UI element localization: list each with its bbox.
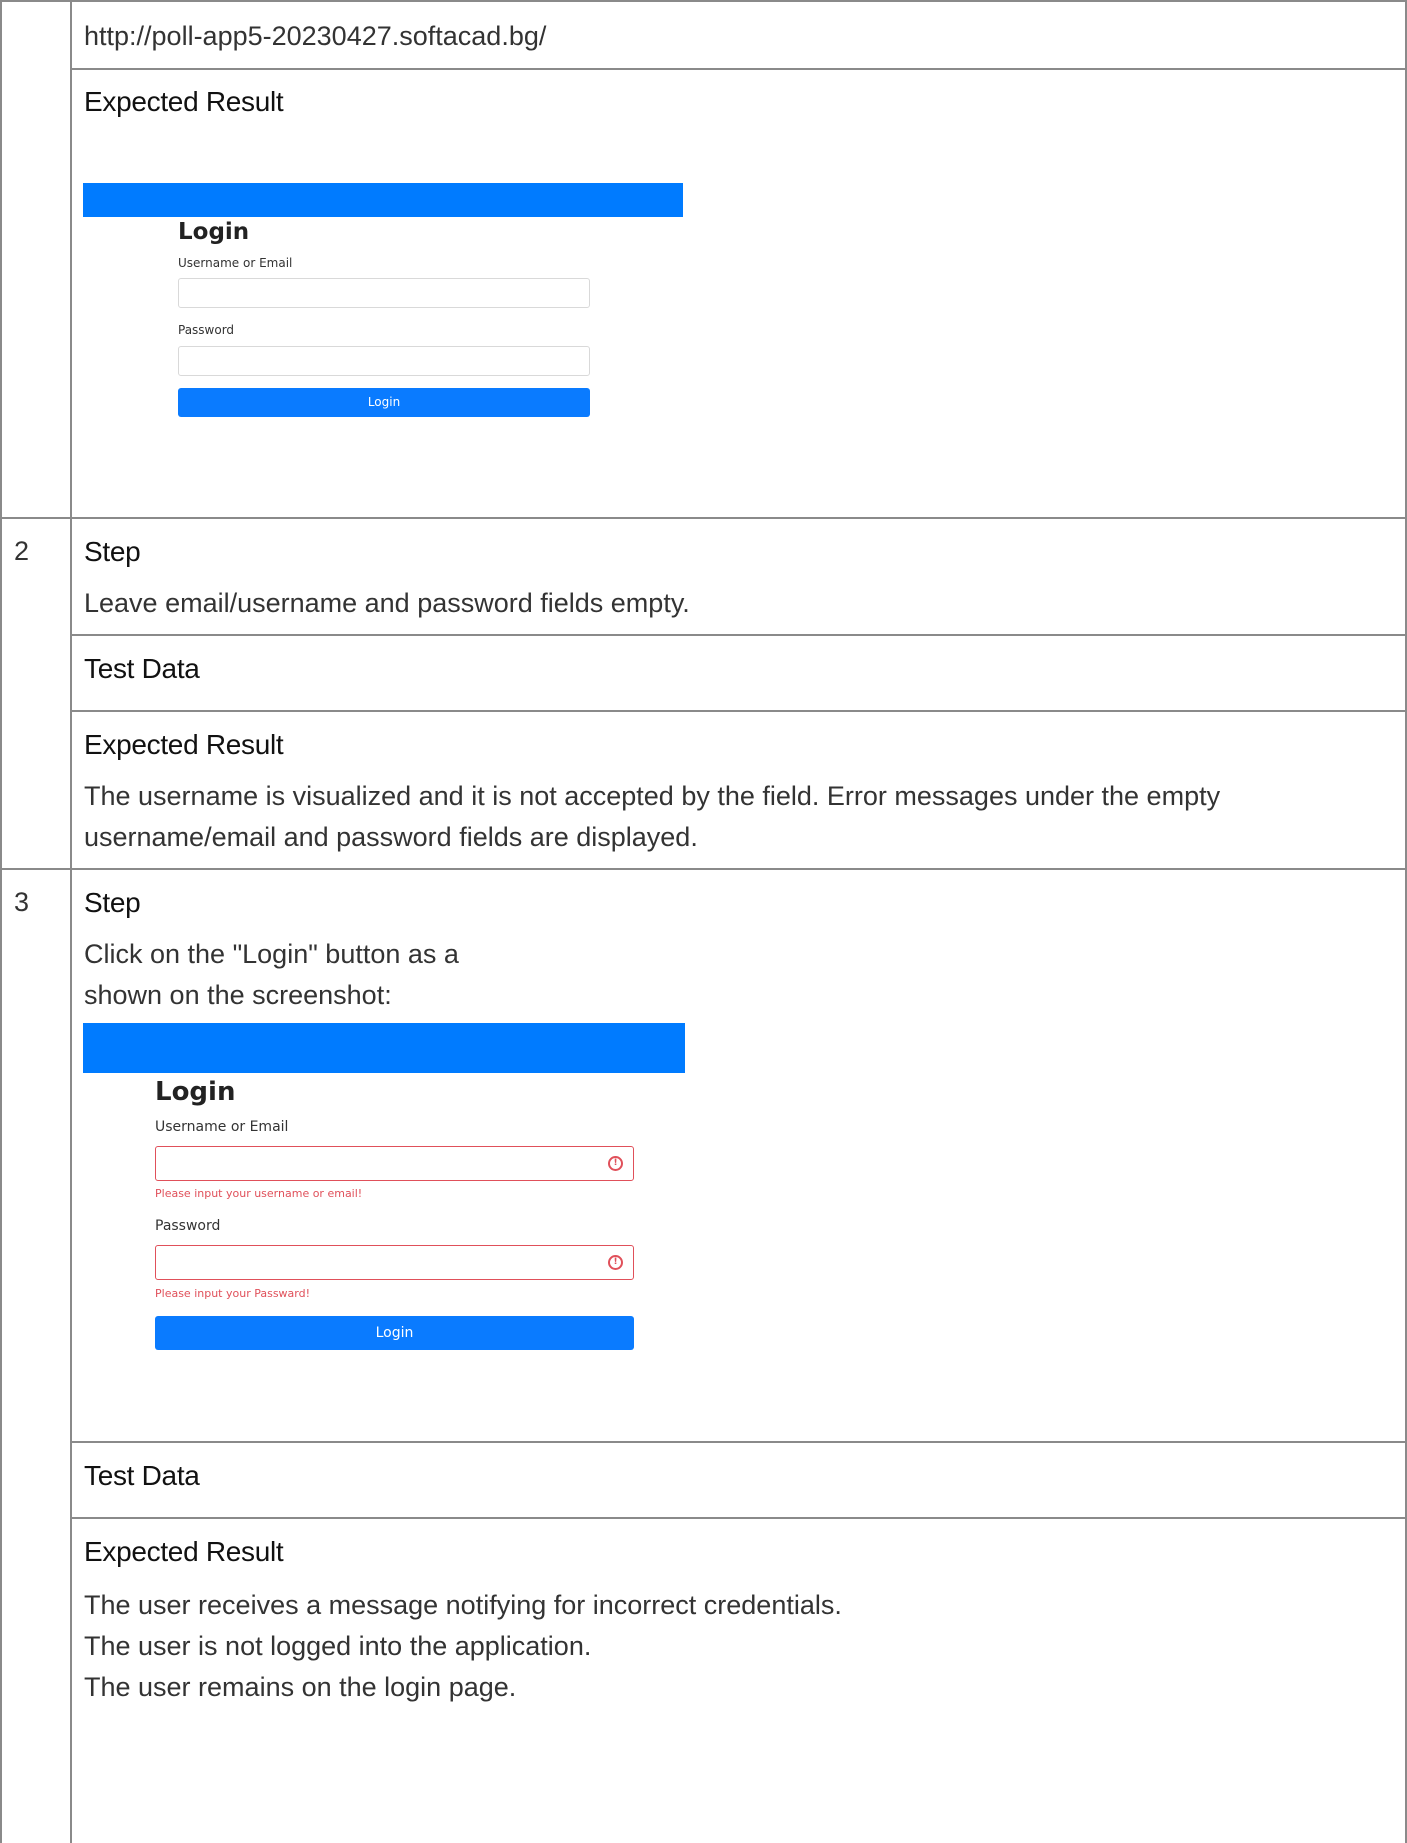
header-bar [83, 183, 683, 217]
step2-expected-heading: Expected Result [84, 729, 284, 760]
username-input: ! [155, 1146, 634, 1181]
password-label: Password [178, 323, 235, 337]
login-title: Login [155, 1077, 236, 1107]
login-button: Login [155, 1316, 634, 1350]
row-number-2: 2 [14, 536, 30, 566]
url-text: http://poll-app5-20230427.softacad.bg/ [84, 21, 547, 51]
login-screenshot-1: Login Username or Email Password Login [83, 183, 683, 433]
username-input [178, 278, 590, 308]
step3-text-line-1: Click on the "Login" button as a [84, 939, 459, 969]
username-label: Username or Email [178, 256, 293, 270]
step2-expected-line-1: The username is visualized and it is not… [84, 781, 1221, 811]
divider-step2-testdata [70, 634, 1407, 636]
password-input [178, 346, 590, 376]
divider-step3-testdata [70, 1441, 1407, 1443]
divider-row2-end [0, 868, 1407, 870]
username-label: Username or Email [155, 1119, 289, 1135]
table-top-border [0, 0, 1407, 2]
divider-step3-expected [70, 1517, 1407, 1519]
step3-expected-line-3: The user remains on the login page. [84, 1672, 517, 1702]
row1-expected-heading: Expected Result [84, 86, 284, 117]
divider-row1-end [0, 517, 1407, 519]
number-column-separator [70, 0, 72, 1843]
step3-expected-line-1: The user receives a message notifying fo… [84, 1590, 842, 1620]
step3-test-data-heading: Test Data [84, 1460, 200, 1491]
divider-step2-expected [70, 710, 1407, 712]
exclamation-circle-icon: ! [608, 1156, 623, 1171]
username-error-message: Please input your username or email! [155, 1187, 363, 1200]
step3-text-line-2: shown on the screenshot: [84, 980, 392, 1010]
step2-heading: Step [84, 536, 141, 567]
row-number-3: 3 [14, 887, 30, 917]
step3-expected-line-2: The user is not logged into the applicat… [84, 1631, 592, 1661]
step3-heading: Step [84, 887, 141, 918]
login-button: Login [178, 388, 590, 417]
password-label: Password [155, 1218, 221, 1234]
table-left-border [0, 0, 2, 1843]
step3-expected-heading: Expected Result [84, 1536, 284, 1567]
login-screenshot-2: Login Username or Email ! Please input y… [83, 1023, 685, 1353]
password-input: ! [155, 1245, 634, 1280]
login-title: Login [178, 219, 250, 245]
step2-text: Leave email/username and password fields… [84, 588, 690, 618]
exclamation-circle-icon: ! [608, 1255, 623, 1270]
header-bar [83, 1023, 685, 1073]
divider-url [70, 68, 1407, 70]
step2-test-data-heading: Test Data [84, 653, 200, 684]
password-error-message: Please input your Passward! [155, 1287, 311, 1300]
step2-expected-line-2: username/email and password fields are d… [84, 822, 698, 852]
